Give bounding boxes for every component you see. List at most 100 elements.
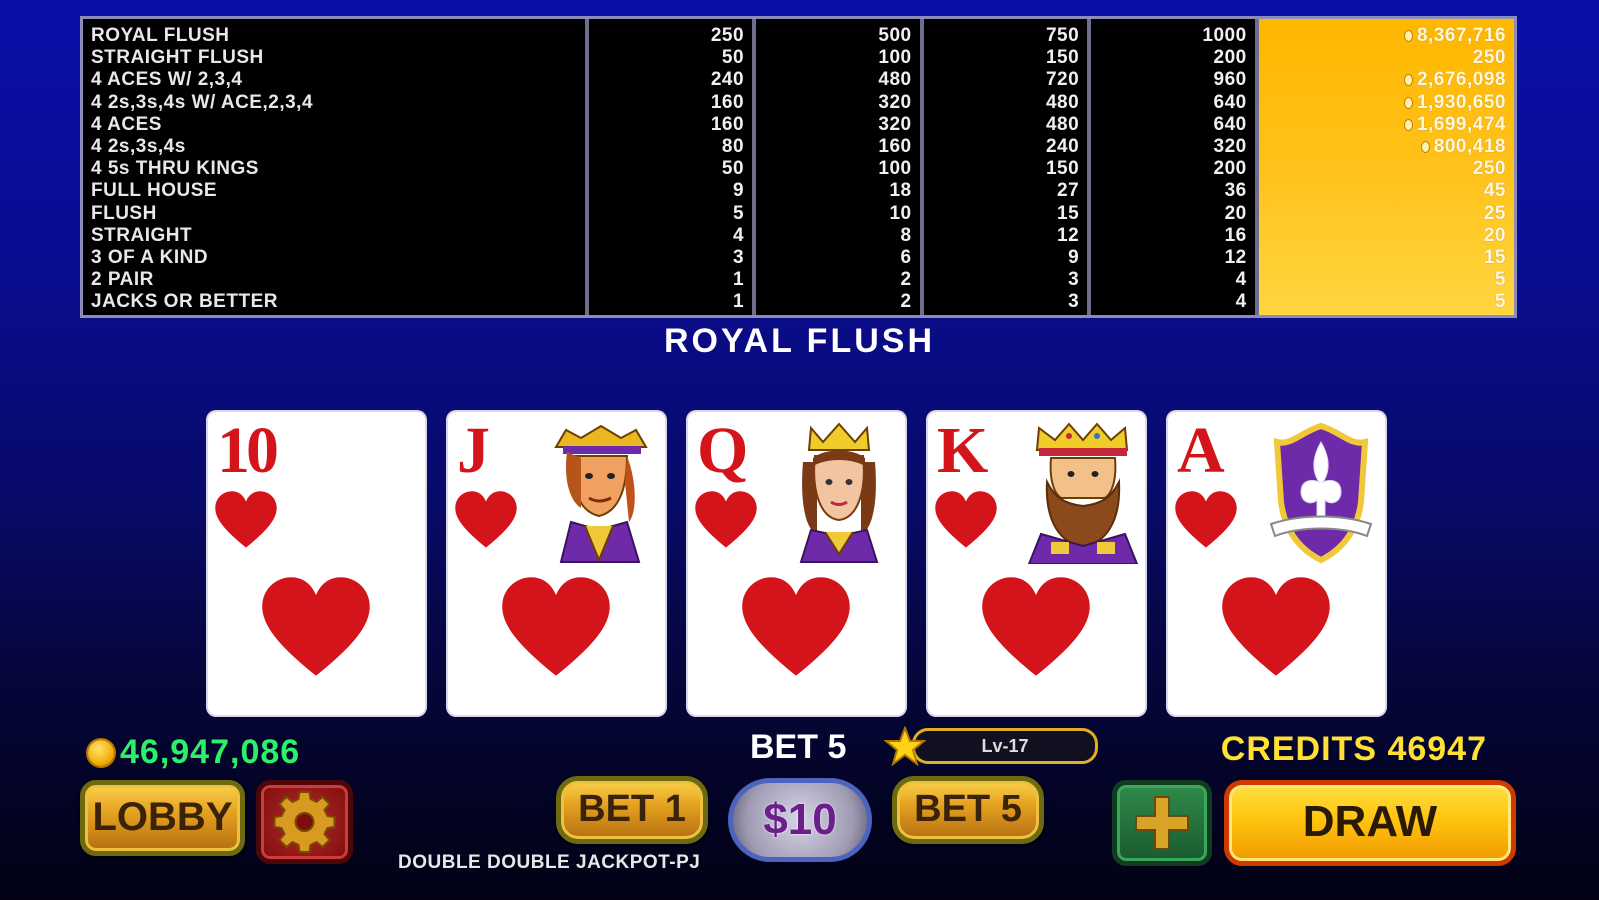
- game-name-label: DOUBLE DOUBLE JACKPOT-PJ: [398, 852, 701, 873]
- paytable-payout: 5: [1494, 291, 1506, 313]
- paytable-payout: 2: [900, 291, 912, 313]
- paytable-hand-name: ROYAL FLUSH: [91, 25, 230, 46]
- gear-icon: [273, 791, 336, 853]
- paytable-payout: 27: [1057, 180, 1080, 202]
- paytable-payout: 3: [1068, 269, 1080, 291]
- paytable-payout: 1,930,650: [1267, 92, 1506, 114]
- paytable-bet4-column: 1000 200 960 640 640 320 200 36 20 16 12 4 4: [1091, 19, 1259, 315]
- paytable-payout: 4: [1235, 269, 1247, 291]
- paytable-payout: 200: [1213, 47, 1247, 69]
- paytable-payout: 150: [1045, 47, 1080, 69]
- paytable-hand-name: STRAIGHT: [91, 224, 193, 246]
- paytable-bet1-column: 250 50 240 160 160 80 50 9 5 4 3 1 1: [589, 19, 757, 315]
- paytable-payout: 720: [1045, 69, 1080, 91]
- ace-shield-portrait-icon: [1269, 422, 1373, 564]
- card-3[interactable]: Q: [688, 412, 905, 715]
- add-coins-button[interactable]: [1112, 780, 1212, 866]
- paytable-payout: 36: [1224, 180, 1247, 202]
- paytable-payout: 160: [710, 91, 745, 113]
- paytable-payout: 20: [1483, 224, 1506, 246]
- heart-icon: [982, 577, 1090, 676]
- paytable-payout: 160: [878, 135, 912, 157]
- paytable-payout: 250: [1472, 158, 1506, 180]
- king-portrait-icon: [1027, 422, 1139, 564]
- star-icon: [884, 726, 926, 766]
- paytable-payout: 2: [900, 269, 912, 291]
- paytable-payout: 480: [878, 69, 912, 91]
- paytable-payout: 100: [878, 158, 912, 180]
- heart-icon: [262, 577, 370, 676]
- paytable-payout: 1: [732, 269, 745, 291]
- lobby-button[interactable]: LOBBY: [80, 780, 245, 856]
- paytable-payout: 750: [1045, 25, 1080, 46]
- paytable-payout: 150: [1045, 158, 1080, 180]
- paytable-payout: 12: [1224, 246, 1247, 268]
- paytable-payout: 250: [710, 25, 745, 46]
- bet-one-button[interactable]: BET 1: [556, 776, 708, 844]
- paytable-hand-name: 3 OF A KIND: [91, 246, 209, 268]
- denomination-button[interactable]: $10: [728, 778, 872, 862]
- paytable-payout: 8: [900, 224, 912, 246]
- paytable-hand-names: ROYAL FLUSH STRAIGHT FLUSH 4 ACES W/ 2,3,4…: [83, 19, 589, 315]
- card-2[interactable]: J: [448, 412, 665, 715]
- settings-button[interactable]: [256, 780, 353, 864]
- paytable-payout: 5: [732, 202, 745, 224]
- paytable: ROYAL FLUSH STRAIGHT FLUSH 4 ACES W/ 2,3,4…: [80, 16, 1517, 318]
- paytable-payout: 640: [1213, 91, 1247, 113]
- card-4[interactable]: K: [928, 412, 1145, 715]
- paytable-payout: 500: [878, 25, 912, 46]
- draw-button[interactable]: DRAW: [1224, 780, 1516, 866]
- jackpot-coin-icon: [1420, 140, 1430, 153]
- paytable-payout: 5: [1494, 269, 1506, 291]
- paytable-payout: 320: [1213, 135, 1247, 157]
- paytable-payout: 320: [878, 113, 912, 135]
- paytable-payout: 9: [732, 180, 745, 202]
- paytable-payout: 80: [721, 135, 745, 157]
- card-rank: K: [937, 414, 988, 487]
- paytable-hand-name: 4 ACES W/ 2,3,4: [91, 69, 243, 91]
- heart-icon: [502, 577, 610, 676]
- card-5[interactable]: A: [1168, 412, 1385, 715]
- paytable-payout: 50: [721, 47, 745, 69]
- paytable-payout: 2,676,098: [1267, 69, 1506, 91]
- paytable-payout: 10: [889, 202, 912, 224]
- paytable-payout: 6: [900, 246, 912, 268]
- paytable-hand-name: JACKS OR BETTER: [91, 291, 278, 313]
- jackpot-coin-icon: [1403, 74, 1413, 87]
- card-rank: A: [1177, 414, 1225, 487]
- jackpot-coin-icon: [1403, 96, 1413, 109]
- heart-icon: [935, 491, 997, 548]
- paytable-hand-name: 4 2s,3s,4s W/ ACE,2,3,4: [91, 91, 314, 113]
- paytable-payout: 200: [1213, 158, 1247, 180]
- level-indicator: Lv-17: [884, 726, 1098, 766]
- heart-icon: [1175, 491, 1237, 548]
- paytable-payout: 800,418: [1267, 136, 1506, 158]
- paytable-payout: 320: [878, 91, 912, 113]
- paytable-payout: 18: [889, 180, 912, 202]
- paytable-payout: 960: [1213, 69, 1247, 91]
- paytable-payout: 15: [1483, 246, 1506, 268]
- paytable-payout: 160: [710, 113, 745, 135]
- paytable-hand-name: 4 2s,3s,4s: [91, 135, 186, 157]
- paytable-payout: 250: [1472, 47, 1506, 69]
- paytable-hand-name: 4 5s THRU KINGS: [91, 158, 259, 180]
- bet-display: BET 5: [750, 728, 847, 766]
- paytable-payout: 3: [1068, 291, 1080, 313]
- bet-max-button[interactable]: BET 5: [892, 776, 1044, 844]
- card-rank: Q: [697, 414, 748, 487]
- paytable-payout: 20: [1224, 202, 1247, 224]
- paytable-payout: 1: [732, 291, 745, 313]
- paytable-payout: 4: [1235, 291, 1247, 313]
- heart-icon: [215, 491, 277, 548]
- paytable-payout: 480: [1045, 113, 1080, 135]
- paytable-payout: 25: [1483, 202, 1506, 224]
- card-1[interactable]: 10: [208, 412, 425, 715]
- paytable-payout: 640: [1213, 113, 1247, 135]
- paytable-payout: 8,367,716: [1267, 25, 1506, 47]
- heart-icon: [1222, 577, 1330, 676]
- card-rank: J: [457, 414, 490, 487]
- paytable-payout: 16: [1224, 224, 1247, 246]
- paytable-payout: 9: [1068, 246, 1080, 268]
- paytable-payout: 480: [1045, 91, 1080, 113]
- heart-icon: [695, 491, 757, 548]
